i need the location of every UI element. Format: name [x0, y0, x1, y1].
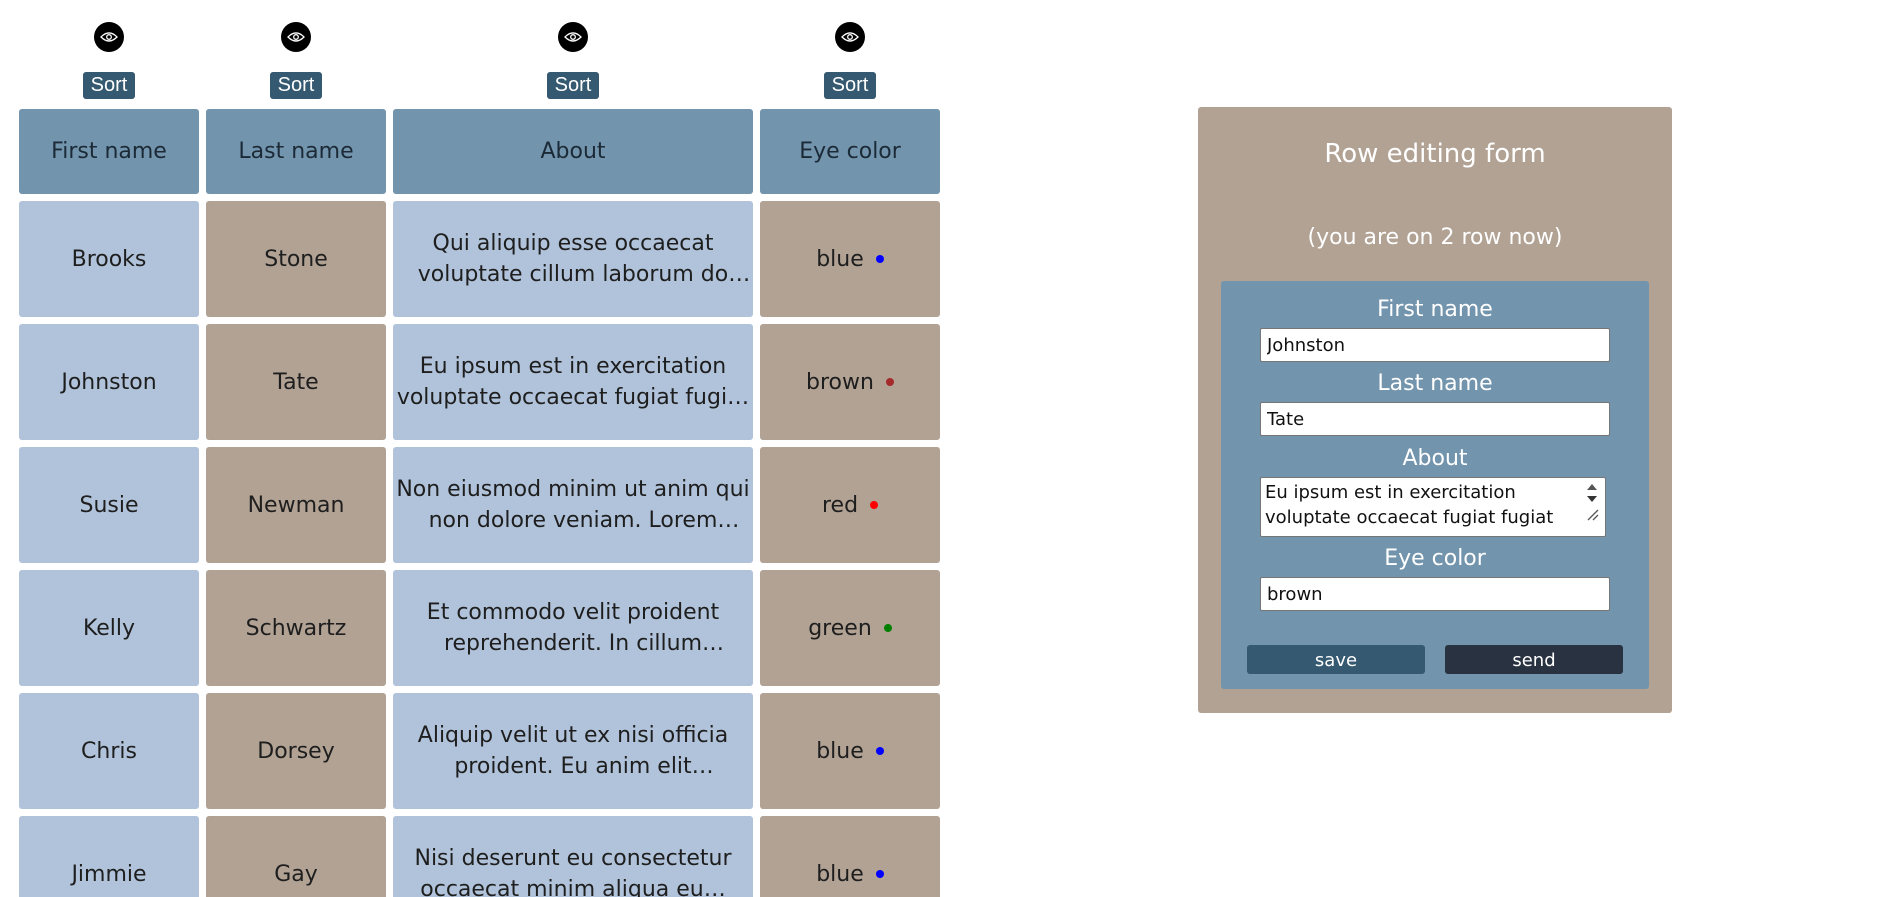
form-row-indicator: (you are on 2 row now) [1307, 225, 1563, 250]
cell-about[interactable]: Eu ipsum est in exercitation voluptate o… [393, 324, 753, 440]
sort-last-name-button[interactable]: Sort [269, 72, 323, 99]
column-controls: Sort Sort Sort Sort [19, 0, 943, 108]
eye-color-label: Eye color [1384, 546, 1486, 571]
toggle-column-eye-color-button[interactable] [835, 22, 865, 52]
scroll-up-icon[interactable] [1585, 482, 1599, 492]
column-control-first-name: Sort [19, 0, 199, 108]
form-title: Row editing form [1324, 139, 1546, 169]
eye-color-field[interactable] [1260, 577, 1610, 611]
cell-first-name[interactable]: Brooks [19, 201, 199, 317]
cell-eye-color[interactable]: green [760, 570, 940, 686]
eye-color-text: red [821, 492, 859, 518]
cell-eye-color[interactable]: brown [760, 324, 940, 440]
cell-first-name[interactable]: Chris [19, 693, 199, 809]
resize-handle-icon[interactable] [1585, 507, 1599, 521]
last-name-label: Last name [1377, 371, 1493, 396]
about-text: Aliquip velit ut ex nisi officia proiden… [417, 723, 729, 779]
cell-eye-color[interactable]: blue [760, 201, 940, 317]
scroll-down-icon[interactable] [1585, 494, 1599, 504]
cell-about[interactable]: Qui aliquip esse occaecat voluptate cill… [393, 201, 753, 317]
cell-last-name[interactable]: Gay [206, 816, 386, 897]
column-control-about: Sort [393, 0, 753, 108]
toggle-column-last-name-button[interactable] [281, 22, 311, 52]
cell-about[interactable]: Nisi deserunt eu consectetur occaecat mi… [393, 816, 753, 897]
row-editing-form: Row editing form (you are on 2 row now) … [1198, 107, 1672, 713]
save-button[interactable]: save [1247, 645, 1425, 674]
cell-first-name[interactable]: Johnston [19, 324, 199, 440]
about-text: Et commodo velit proident reprehenderit.… [426, 600, 720, 656]
sort-eye-color-button[interactable]: Sort [823, 72, 877, 99]
cell-last-name[interactable]: Schwartz [206, 570, 386, 686]
column-control-last-name: Sort [206, 0, 386, 108]
last-name-field[interactable] [1260, 402, 1610, 436]
data-table: First name Last name About Eye color Bro… [19, 109, 940, 897]
about-text: Qui aliquip esse occaecat voluptate cill… [417, 231, 729, 287]
eye-color-text: green [808, 615, 872, 641]
form-fields: First name Last name About Eu ipsum est … [1221, 281, 1649, 689]
cell-eye-color[interactable]: blue [760, 693, 940, 809]
eye-icon [564, 32, 582, 42]
about-text: Nisi deserunt eu consectetur occaecat mi… [414, 846, 732, 897]
eye-icon [841, 32, 859, 42]
table-area: Sort Sort Sort Sort First name Last name… [19, 0, 943, 897]
eye-icon [287, 32, 305, 42]
about-label: About [1402, 446, 1468, 471]
send-button[interactable]: send [1445, 645, 1623, 674]
cell-about[interactable]: Non eiusmod minim ut anim qui non dolore… [393, 447, 753, 563]
about-text: Eu ipsum est in exercitation voluptate o… [396, 354, 750, 410]
column-header-first-name: First name [19, 109, 199, 194]
cell-about[interactable]: Et commodo velit proident reprehenderit.… [393, 570, 753, 686]
eye-color-text: blue [816, 861, 864, 887]
eye-color-dot [875, 747, 884, 755]
cell-first-name[interactable]: Jimmie [19, 816, 199, 897]
cell-eye-color[interactable]: blue [760, 816, 940, 897]
column-header-last-name: Last name [206, 109, 386, 194]
first-name-label: First name [1377, 297, 1493, 322]
about-field-text: Eu ipsum est in exercitation voluptate o… [1265, 482, 1554, 536]
cell-last-name[interactable]: Dorsey [206, 693, 386, 809]
eye-color-text: brown [806, 369, 874, 395]
column-control-eye-color: Sort [760, 0, 940, 108]
sort-about-button[interactable]: Sort [546, 72, 600, 99]
about-field[interactable]: Eu ipsum est in exercitation voluptate o… [1260, 477, 1606, 537]
first-name-field[interactable] [1260, 328, 1610, 362]
eye-color-dot [870, 501, 879, 509]
toggle-column-about-button[interactable] [558, 22, 588, 52]
eye-color-dot [885, 378, 894, 386]
about-text: Non eiusmod minim ut anim qui non dolore… [396, 477, 750, 533]
page: Sort Sort Sort Sort First name Last name… [0, 0, 1893, 897]
cell-eye-color[interactable]: red [760, 447, 940, 563]
eye-color-text: blue [816, 738, 864, 764]
about-field-scrollbar[interactable] [1580, 479, 1604, 535]
column-header-eye-color: Eye color [760, 109, 940, 194]
cell-about[interactable]: Aliquip velit ut ex nisi officia proiden… [393, 693, 753, 809]
sort-first-name-button[interactable]: Sort [82, 72, 136, 99]
cell-first-name[interactable]: Kelly [19, 570, 199, 686]
cell-last-name[interactable]: Tate [206, 324, 386, 440]
cell-first-name[interactable]: Susie [19, 447, 199, 563]
cell-last-name[interactable]: Newman [206, 447, 386, 563]
eye-color-dot [883, 624, 892, 632]
cell-last-name[interactable]: Stone [206, 201, 386, 317]
eye-icon [100, 32, 118, 42]
eye-color-text: blue [816, 246, 864, 272]
column-header-about: About [393, 109, 753, 194]
eye-color-dot [875, 255, 884, 263]
toggle-column-first-name-button[interactable] [94, 22, 124, 52]
eye-color-dot [875, 870, 884, 878]
